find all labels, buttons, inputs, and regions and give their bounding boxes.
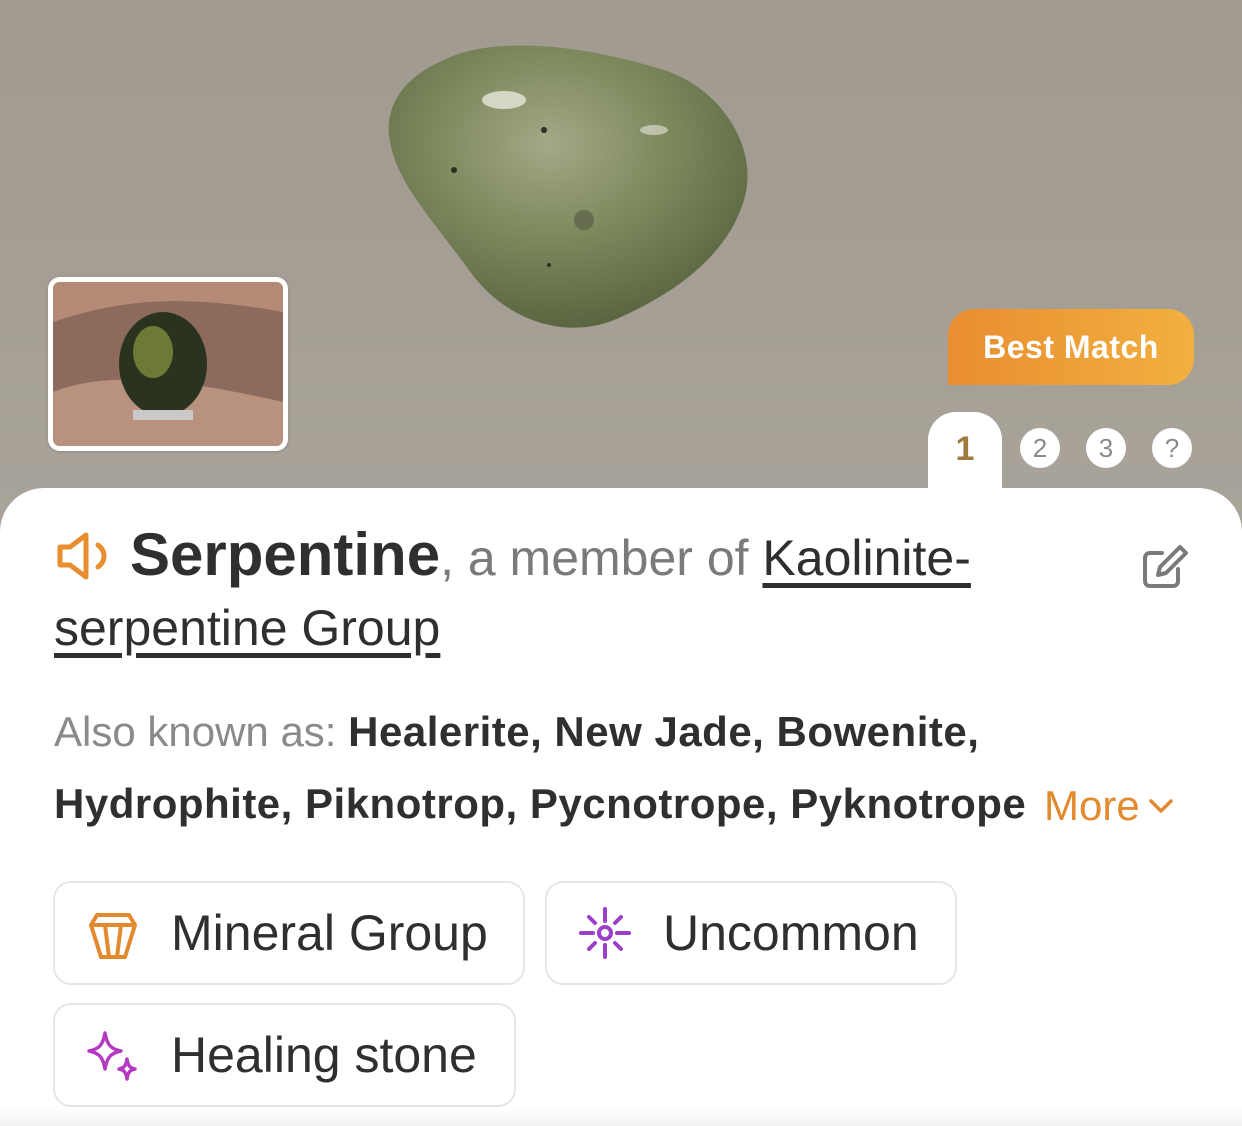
tag-uncommon[interactable]: Uncommon [545, 881, 957, 985]
thumbnail-image [53, 282, 283, 446]
species-title: Serpentine, a member of Kaolinite-serpen… [54, 520, 1114, 663]
tag-label: Uncommon [663, 905, 919, 961]
more-button[interactable]: More [1038, 770, 1174, 842]
pager-item-help[interactable]: ? [1152, 428, 1192, 468]
chevron-down-icon [1148, 799, 1173, 813]
also-known-as: Also known as: Healerite, New Jade, Bowe… [54, 696, 1204, 840]
pager-item-2[interactable]: 2 [1020, 428, 1060, 468]
aka-label: Also known as: [54, 708, 349, 755]
stone-image [388, 45, 748, 328]
aka-names-line1: Healerite, New Jade, Bowenite, [348, 708, 980, 755]
specimen-photo: Best Match [0, 0, 1242, 560]
bottom-divider [0, 1108, 1242, 1126]
pager-item-3[interactable]: 3 [1086, 428, 1126, 468]
tag-healing-stone[interactable]: Healing stone [53, 1003, 516, 1107]
pager-item-1[interactable]: 1 [928, 428, 1002, 470]
best-match-badge: Best Match [948, 309, 1194, 385]
sparkle-burst-icon [579, 907, 631, 959]
aka-names-line2: Hydrophite, Piknotrop, Pycnotrope, Pykno… [54, 780, 1027, 827]
edit-icon[interactable] [1140, 541, 1190, 591]
crystal-icon [89, 913, 137, 959]
species-name: Serpentine [130, 521, 441, 588]
member-prefix: , a member of [440, 530, 763, 586]
tag-label: Mineral Group [171, 905, 488, 961]
speaker-icon[interactable] [54, 531, 120, 581]
tag-label: Healing stone [171, 1027, 477, 1083]
tag-mineral-group[interactable]: Mineral Group [53, 881, 525, 985]
sparkles-icon [87, 1031, 137, 1081]
user-photo-thumbnail[interactable] [48, 277, 288, 451]
more-label: More [1044, 782, 1140, 829]
